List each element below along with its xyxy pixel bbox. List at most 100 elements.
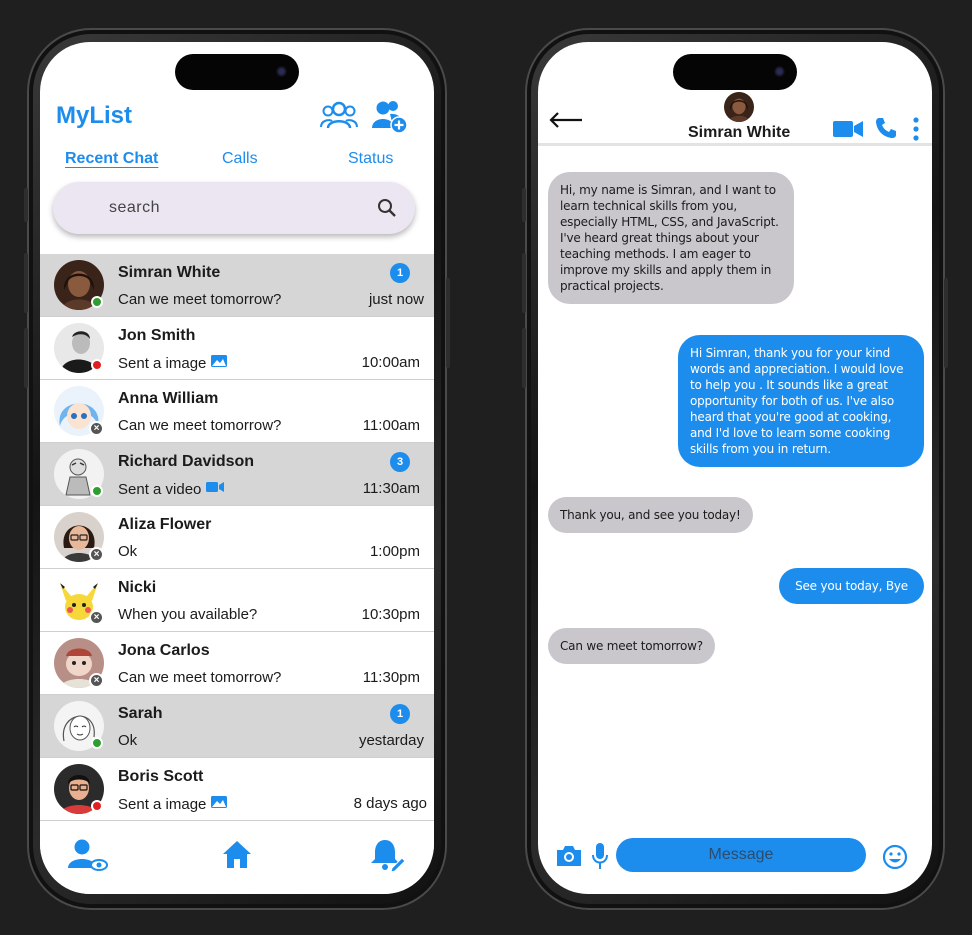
message-time: 11:30pm	[362, 669, 420, 686]
last-message: Ok	[118, 732, 137, 749]
chat-row-nicki[interactable]: × Nicki When you available? 10:30pm	[40, 569, 434, 632]
contact-avatar[interactable]	[724, 92, 754, 122]
notification-edit-icon[interactable]	[370, 838, 406, 877]
chat-row-boris-scott[interactable]: Boris Scott Sent a image 8 days ago	[40, 758, 434, 821]
status-busy	[91, 359, 103, 371]
last-message-text: Can we meet tomorrow?	[118, 417, 282, 434]
last-message: Can we meet tomorrow?	[118, 291, 281, 308]
message-time: 1:00pm	[369, 543, 420, 560]
dynamic-island	[673, 54, 797, 90]
contact-name: Sarah	[118, 705, 163, 722]
microphone-icon[interactable]	[592, 842, 608, 875]
chat-row-simran-white[interactable]: Simran White 1 Can we meet tomorrow? jus…	[40, 254, 434, 317]
contact-name: Nicki	[118, 579, 157, 596]
app-title: MyList	[56, 102, 133, 129]
message-bubble-incoming: Thank you, and see you today!	[548, 497, 753, 533]
side-button	[24, 253, 28, 313]
message-bubble-outgoing: See you today, Bye	[779, 568, 924, 604]
camera-lens	[774, 66, 785, 77]
message-time: yestarday	[358, 732, 424, 749]
message-time: 8 days ago	[353, 795, 427, 812]
last-message-text: Sent a image	[118, 795, 207, 813]
unread-badge: 1	[390, 263, 410, 283]
add-group-icon[interactable]	[372, 100, 408, 139]
message-time: just now	[368, 291, 424, 308]
search-input[interactable]	[109, 197, 339, 219]
bottom-nav	[40, 824, 434, 894]
message-bubble-incoming: Hi, my name is Simran, and I want to lea…	[548, 172, 794, 304]
home-icon[interactable]	[221, 838, 253, 875]
contact-name: Richard Davidson	[118, 453, 255, 470]
last-message-text: When you available?	[118, 606, 258, 623]
dynamic-island	[175, 54, 299, 90]
chat-list: Simran White 1 Can we meet tomorrow? jus…	[40, 254, 434, 821]
last-message-text: Ok	[118, 732, 138, 749]
contact-name: Boris Scott	[118, 768, 204, 785]
more-options-icon[interactable]	[912, 116, 920, 147]
tab-status[interactable]: Status	[348, 150, 393, 168]
conversation-screen: Simran White Hi, my name is Simran, and …	[538, 42, 932, 894]
message-time: 11:30am	[362, 480, 420, 497]
phone-call-icon[interactable]	[874, 116, 898, 145]
last-message: Sent a video	[118, 480, 225, 498]
status-online	[91, 296, 103, 308]
back-arrow-icon[interactable]	[548, 112, 584, 133]
message-time: 10:00am	[361, 354, 420, 371]
last-message: Ok	[118, 543, 137, 560]
message-time: 11:00am	[362, 417, 420, 434]
image-icon	[210, 795, 228, 813]
last-message-text: Sent a video	[118, 480, 202, 498]
last-message: Can we meet tomorrow?	[118, 417, 281, 434]
search-icon[interactable]	[377, 198, 397, 223]
last-message-text: Sent a image	[118, 354, 207, 372]
tab-recent-chat[interactable]: Recent Chat	[65, 150, 158, 168]
message-time: 10:30pm	[361, 606, 420, 623]
emoji-icon[interactable]	[882, 844, 908, 875]
contact-name: Jon Smith	[118, 327, 196, 344]
contact-name: Simran White	[688, 124, 791, 141]
conversation-header: Simran White	[538, 92, 932, 146]
camera-lens	[276, 66, 287, 77]
side-button	[24, 188, 28, 222]
message-input[interactable]	[616, 838, 866, 872]
status-online	[91, 485, 103, 497]
group-icon[interactable]	[320, 100, 358, 137]
video-icon	[205, 480, 225, 498]
side-button	[522, 188, 526, 222]
unread-badge: 1	[390, 704, 410, 724]
chat-list-screen: MyList Recent Chat Calls Status search S…	[40, 42, 434, 894]
message-composer	[538, 838, 932, 878]
chat-row-aliza-flower[interactable]: × Aliza Flower Ok 1:00pm	[40, 506, 434, 569]
side-button	[522, 328, 526, 388]
chat-row-jon-smith[interactable]: Jon Smith Sent a image 10:00am	[40, 317, 434, 380]
unread-badge: 3	[390, 452, 410, 472]
last-message: Sent a image	[118, 795, 228, 813]
status-offline: ×	[89, 421, 104, 436]
last-message-text: Ok	[118, 543, 138, 560]
chat-row-sarah[interactable]: Sarah 1 Ok yestarday	[40, 695, 434, 758]
contact-name: Simran White	[118, 264, 221, 281]
side-button	[24, 328, 28, 388]
side-button	[446, 278, 450, 368]
chat-row-anna-william[interactable]: × Anna William Can we meet tomorrow? 11:…	[40, 380, 434, 443]
video-call-icon[interactable]	[832, 119, 864, 144]
contact-name: Aliza Flower	[118, 516, 212, 533]
image-icon	[210, 354, 228, 372]
phone-right: Simran White Hi, my name is Simran, and …	[522, 28, 948, 910]
message-bubble-incoming: Can we meet tomorrow?	[548, 628, 715, 664]
tab-calls[interactable]: Calls	[222, 150, 258, 168]
chat-row-jona-carlos[interactable]: × Jona Carlos Can we meet tomorrow? 11:3…	[40, 632, 434, 695]
last-message-text: Can we meet tomorrow?	[118, 291, 282, 308]
last-message: Sent a image	[118, 354, 228, 372]
contacts-view-icon[interactable]	[68, 838, 108, 877]
last-message: Can we meet tomorrow?	[118, 669, 281, 686]
status-offline: ×	[89, 547, 104, 562]
contact-name: Jona Carlos	[118, 642, 210, 659]
phone-left: MyList Recent Chat Calls Status search S…	[24, 28, 450, 910]
status-offline: ×	[89, 673, 104, 688]
chat-row-richard-davidson[interactable]: Richard Davidson 3 Sent a video 11:30am	[40, 443, 434, 506]
side-button	[944, 278, 948, 368]
camera-icon[interactable]	[555, 845, 583, 872]
chat-tabs: Recent Chat Calls Status	[40, 150, 434, 174]
message-bubble-outgoing: Hi Simran, thank you for your kind words…	[678, 335, 924, 467]
